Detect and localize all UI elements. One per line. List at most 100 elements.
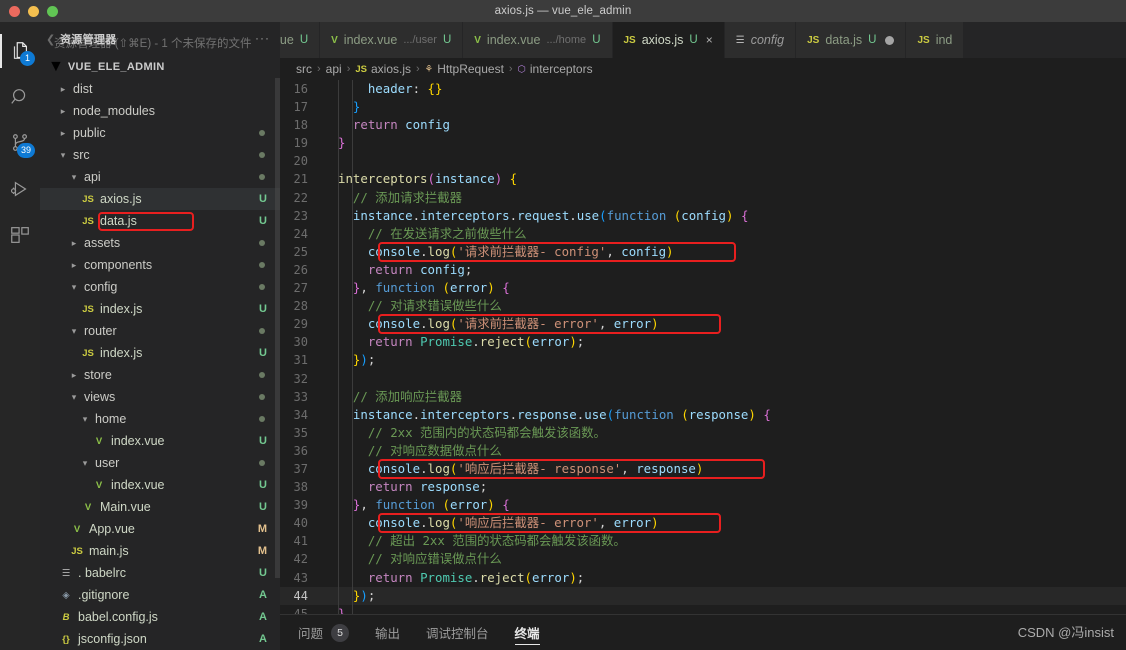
tree-item-main.vue[interactable]: VMain.vueU [40, 496, 280, 518]
editor-tab-indexvue[interactable]: Vindex.vue.../userU [320, 22, 463, 58]
code-editor[interactable]: 16 header: {}17 }18 return config19}2021… [280, 80, 1126, 614]
breadcrumb-item-src[interactable]: src [296, 62, 312, 76]
file-tree[interactable]: ▸dist▸node_modules▸public▾src▾apiJSaxios… [40, 78, 280, 650]
code-line-18[interactable]: 18 return config [280, 116, 1126, 134]
chevron-down-icon[interactable]: ▾ [68, 282, 80, 293]
tree-item-dist[interactable]: ▸dist [40, 78, 280, 100]
chevron-right-icon[interactable]: ▸ [57, 128, 69, 139]
unsaved-dot-icon[interactable] [885, 36, 894, 45]
tree-item-views[interactable]: ▾views [40, 386, 280, 408]
code-line-39[interactable]: 39 }, function (error) { [280, 496, 1126, 514]
tree-item-home[interactable]: ▾home [40, 408, 280, 430]
tree-item-src[interactable]: ▾src [40, 144, 280, 166]
code-line-21[interactable]: 21interceptors(instance) { [280, 170, 1126, 188]
activity-source-control[interactable]: 39 [0, 120, 40, 166]
panel-tab-1[interactable]: 输出 [375, 615, 400, 650]
tree-item-nodemodules[interactable]: ▸node_modules [40, 100, 280, 122]
tree-item-data.js[interactable]: JSdata.jsU [40, 210, 280, 232]
code-line-37[interactable]: 37 console.log('响应后拦截器- response', respo… [280, 460, 1126, 478]
chevron-down-icon[interactable]: ▾ [79, 414, 91, 425]
editor-tab-iinvue[interactable]: Viin.vueU [280, 22, 320, 58]
code-line-40[interactable]: 40 console.log('响应后拦截器- error', error) [280, 514, 1126, 532]
code-line-27[interactable]: 27 }, function (error) { [280, 279, 1126, 297]
tree-item-components[interactable]: ▸components [40, 254, 280, 276]
tree-item-label: store [80, 368, 112, 382]
tree-item-index.js[interactable]: JSindex.jsU [40, 342, 280, 364]
code-line-41[interactable]: 41 // 超出 2xx 范围的状态码都会触发该函数。 [280, 532, 1126, 550]
chevron-down-icon[interactable]: ▾ [68, 326, 80, 337]
explorer-root-row[interactable]: ▼ VUE_ELE_ADMIN [40, 56, 280, 78]
code-line-38[interactable]: 38 return response; [280, 478, 1126, 496]
code-line-29[interactable]: 29 console.log('请求前拦截器- error', error) [280, 315, 1126, 333]
editor-tabs[interactable]: Viin.vueUVindex.vue.../userUVindex.vue..… [280, 22, 1126, 58]
code-line-26[interactable]: 26 return config; [280, 261, 1126, 279]
close-icon[interactable]: × [706, 33, 713, 47]
tree-item-public[interactable]: ▸public [40, 122, 280, 144]
code-line-43[interactable]: 43 return Promise.reject(error); [280, 569, 1126, 587]
editor-tab-ind[interactable]: JSind [906, 22, 964, 58]
panel-tab-3[interactable]: 终端 [515, 615, 540, 650]
code-line-19[interactable]: 19} [280, 134, 1126, 152]
code-line-42[interactable]: 42 // 对响应错误做点什么 [280, 550, 1126, 568]
breadcrumb-item-httprequest[interactable]: ⚘HttpRequest [425, 62, 504, 76]
activity-extensions[interactable] [0, 212, 40, 258]
breadcrumb[interactable]: src›api›JSaxios.js›⚘HttpRequest›⬡interce… [280, 58, 1126, 80]
tree-item-axios.js[interactable]: JSaxios.jsU [40, 188, 280, 210]
panel-tabs[interactable]: 问题5 输出调试控制台终端 [298, 615, 540, 650]
tree-item-.gitignore[interactable]: ◈.gitignoreA [40, 584, 280, 606]
code-line-35[interactable]: 35 // 2xx 范围内的状态码都会触发该函数。 [280, 424, 1126, 442]
code-line-23[interactable]: 23 instance.interceptors.request.use(fun… [280, 207, 1126, 225]
activity-search[interactable] [0, 74, 40, 120]
editor-tab-axiosjs[interactable]: JSaxios.jsU× [613, 22, 725, 58]
breadcrumb-item-interceptors[interactable]: ⬡interceptors [518, 62, 593, 76]
explorer-more-actions-icon[interactable]: ··· [255, 31, 270, 45]
code-line-44[interactable]: 44 }); [280, 587, 1126, 605]
code-line-20[interactable]: 20 [280, 152, 1126, 170]
tree-item-assets[interactable]: ▸assets [40, 232, 280, 254]
editor-tab-indexvue[interactable]: Vindex.vue.../homeU [463, 22, 612, 58]
tree-item-user[interactable]: ▾user [40, 452, 280, 474]
editor-tab-config[interactable]: ☰config [725, 22, 796, 58]
panel-tab-0[interactable]: 问题5 [298, 615, 349, 650]
panel-tab-2[interactable]: 调试控制台 [426, 615, 489, 650]
code-line-31[interactable]: 31 }); [280, 351, 1126, 369]
activity-explorer[interactable]: 1 [0, 28, 40, 74]
editor-tab-datajs[interactable]: JSdata.jsU [796, 22, 906, 58]
breadcrumb-item-api[interactable]: api [326, 62, 342, 76]
chevron-down-icon[interactable]: ▾ [57, 150, 69, 161]
activity-run-debug[interactable] [0, 166, 40, 212]
code-line-25[interactable]: 25 console.log('请求前拦截器- config', config) [280, 243, 1126, 261]
code-line-36[interactable]: 36 // 对响应数据做点什么 [280, 442, 1126, 460]
tree-item-index.vue[interactable]: Vindex.vueU [40, 474, 280, 496]
code-line-34[interactable]: 34 instance.interceptors.response.use(fu… [280, 406, 1126, 424]
tree-item-.babelrc[interactable]: ☰. babelrcU [40, 562, 280, 584]
code-line-16[interactable]: 16 header: {} [280, 80, 1126, 98]
code-line-17[interactable]: 17 } [280, 98, 1126, 116]
code-line-32[interactable]: 32 [280, 370, 1126, 388]
code-line-24[interactable]: 24 // 在发送请求之前做些什么 [280, 225, 1126, 243]
code-line-30[interactable]: 30 return Promise.reject(error); [280, 333, 1126, 351]
chevron-right-icon[interactable]: ▸ [57, 106, 69, 117]
chevron-down-icon[interactable]: ▾ [79, 458, 91, 469]
tree-item-store[interactable]: ▸store [40, 364, 280, 386]
chevron-down-icon[interactable]: ▾ [68, 172, 80, 183]
tree-item-babel.config.js[interactable]: Bbabel.config.jsA [40, 606, 280, 628]
tree-item-config[interactable]: ▾config [40, 276, 280, 298]
tree-item-index.vue[interactable]: Vindex.vueU [40, 430, 280, 452]
chevron-down-icon[interactable]: ▾ [68, 392, 80, 403]
tree-item-app.vue[interactable]: VApp.vueM [40, 518, 280, 540]
code-line-22[interactable]: 22 // 添加请求拦截器 [280, 189, 1126, 207]
breadcrumb-item-axiosjs[interactable]: JSaxios.js [355, 62, 411, 76]
tree-item-jsconfig.json[interactable]: {}jsconfig.jsonA [40, 628, 280, 650]
code-line-33[interactable]: 33 // 添加响应拦截器 [280, 388, 1126, 406]
chevron-right-icon[interactable]: ▸ [57, 84, 69, 95]
code-line-28[interactable]: 28 // 对请求错误做些什么 [280, 297, 1126, 315]
tree-item-api[interactable]: ▾api [40, 166, 280, 188]
tree-item-index.js[interactable]: JSindex.jsU [40, 298, 280, 320]
chevron-right-icon[interactable]: ▸ [68, 238, 80, 249]
tree-item-main.js[interactable]: JSmain.jsM [40, 540, 280, 562]
chevron-right-icon[interactable]: ▸ [68, 370, 80, 381]
chevron-right-icon[interactable]: ▸ [68, 260, 80, 271]
code-line-45[interactable]: 45} [280, 605, 1126, 614]
tree-item-router[interactable]: ▾router [40, 320, 280, 342]
